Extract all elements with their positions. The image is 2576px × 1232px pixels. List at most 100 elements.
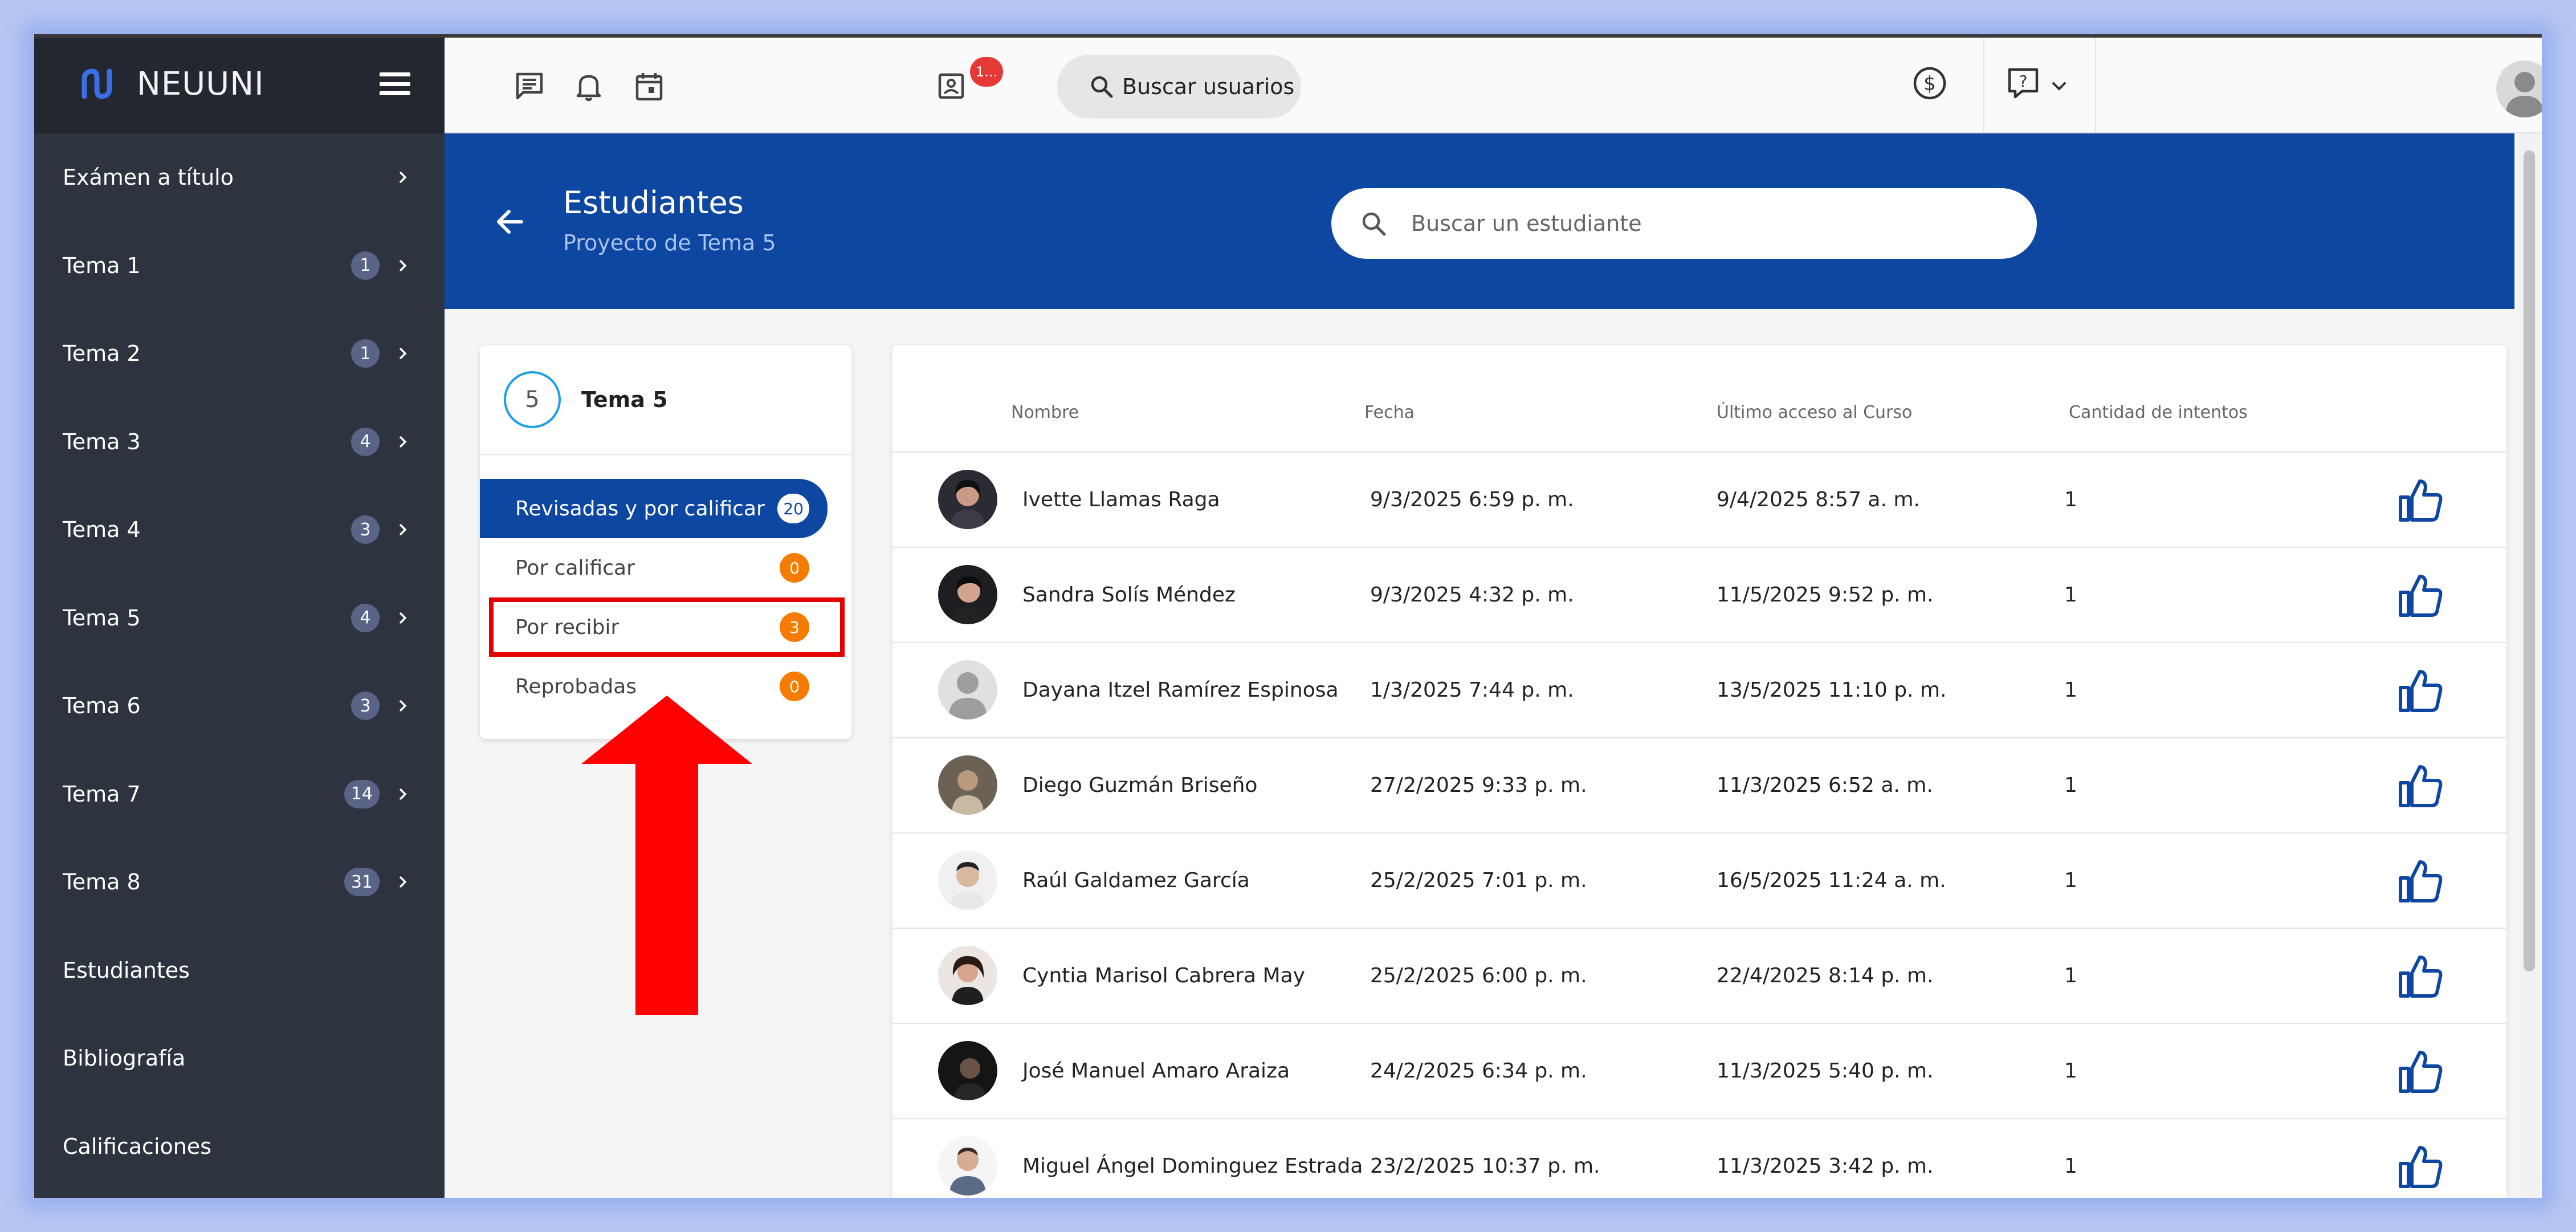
- chevron-right-icon: [399, 172, 407, 184]
- sidebar-item-estudiantes[interactable]: Estudiantes: [34, 926, 445, 1015]
- column-header-intentos[interactable]: Cantidad de intentos: [2069, 402, 2248, 422]
- sidebar-item-calificaciones[interactable]: Calificaciones: [34, 1103, 445, 1191]
- sidebar-item-tema-5[interactable]: Tema 5 4: [34, 574, 445, 662]
- student-avatar: [938, 1136, 997, 1196]
- student-last-access: 22/4/2025 8:14 p. m.: [1717, 964, 1934, 987]
- filter-por-recibir[interactable]: Por recibir 3: [480, 597, 851, 657]
- brand-bar: NEUUNI: [34, 34, 445, 133]
- table-row[interactable]: Sandra Solís Méndez 9/3/2025 4:32 p. m. …: [892, 548, 2506, 643]
- search-users-label: Buscar usuarios: [1122, 74, 1295, 99]
- page-title: Estudiantes: [563, 185, 744, 221]
- table-row[interactable]: Miguel Ángel Dominguez Estrada 23/2/2025…: [892, 1119, 2506, 1198]
- filter-por-calificar[interactable]: Por calificar 0: [480, 538, 851, 597]
- sidebar-item-examen[interactable]: Exámen a título: [34, 133, 445, 222]
- dollar-circle-icon[interactable]: $: [1911, 65, 1948, 101]
- thumbs-up-icon[interactable]: [2397, 1048, 2444, 1095]
- student-name: Raúl Galdamez García: [1022, 869, 1250, 892]
- calendar-icon[interactable]: [633, 70, 666, 103]
- thumbs-up-icon[interactable]: [2397, 667, 2444, 714]
- thumbs-up-icon[interactable]: [2397, 477, 2444, 523]
- thumbs-up-icon[interactable]: [2397, 1143, 2444, 1190]
- search-icon: [1362, 212, 1386, 236]
- annotation-arrow-icon: [581, 696, 752, 1015]
- divider: [2095, 34, 2096, 132]
- table-row[interactable]: Dayana Itzel Ramírez Espinosa 1/3/2025 7…: [892, 643, 2506, 738]
- chevron-right-icon: [399, 876, 407, 888]
- student-search-input[interactable]: [1410, 210, 1925, 237]
- sidebar-item-tema-1[interactable]: Tema 1 1: [34, 222, 445, 310]
- sidebar-item-tema-4[interactable]: Tema 4 3: [34, 486, 445, 574]
- student-name: Ivette Llamas Raga: [1022, 488, 1220, 511]
- chevron-right-icon: [399, 259, 407, 271]
- student-search-box: [1331, 188, 2037, 259]
- student-attempts: 1: [2064, 583, 2077, 607]
- sidebar-item-tema-3[interactable]: Tema 3 4: [34, 398, 445, 486]
- thumbs-up-icon[interactable]: [2397, 953, 2444, 999]
- student-date: 25/2/2025 7:01 p. m.: [1370, 869, 1587, 892]
- count-badge: 1: [351, 251, 380, 280]
- sidebar-item-label: Bibliografía: [63, 1046, 186, 1071]
- count-badge: 3: [351, 692, 380, 721]
- menu-toggle-icon[interactable]: [380, 72, 410, 95]
- student-avatar: [938, 946, 997, 1005]
- student-attempts: 1: [2064, 1059, 2077, 1083]
- sidebar-item-label: Tema 2: [63, 341, 141, 367]
- sidebar-menu: Exámen a título Tema 1 1 Tema 2 1 Tema 3…: [34, 133, 445, 1190]
- vertical-scrollbar[interactable]: [2519, 133, 2540, 1198]
- student-date: 9/3/2025 4:32 p. m.: [1370, 583, 1574, 607]
- column-header-nombre[interactable]: Nombre: [1011, 402, 1079, 422]
- table-row[interactable]: Cyntia Marisol Cabrera May 25/2/2025 6:0…: [892, 929, 2506, 1024]
- sidebar-item-label: Calificaciones: [63, 1133, 212, 1159]
- sidebar-item-tema-7[interactable]: Tema 7 14: [34, 750, 445, 839]
- student-date: 24/2/2025 6:34 p. m.: [1370, 1059, 1587, 1083]
- help-icon[interactable]: ?: [2005, 65, 2041, 101]
- messages-icon[interactable]: [513, 70, 546, 103]
- filter-label: Por calificar: [515, 556, 635, 580]
- student-attempts: 1: [2064, 964, 2077, 987]
- sidebar-item-label: Tema 1: [63, 253, 141, 278]
- sidebar-item-tema-6[interactable]: Tema 6 3: [34, 662, 445, 750]
- filter-count-badge: 20: [777, 494, 809, 523]
- filter-label: Reprobadas: [515, 674, 637, 698]
- tema-title: Tema 5: [581, 387, 668, 412]
- contact-card-icon[interactable]: [935, 70, 968, 103]
- student-last-access: 9/4/2025 8:57 a. m.: [1717, 488, 1920, 511]
- chevron-down-icon[interactable]: [2049, 76, 2069, 96]
- table-row[interactable]: Diego Guzmán Briseño 27/2/2025 9:33 p. m…: [892, 738, 2506, 833]
- bell-icon[interactable]: [572, 70, 605, 103]
- student-attempts: 1: [2064, 869, 2077, 892]
- back-arrow-icon[interactable]: [493, 205, 527, 239]
- sidebar-item-label: Tema 5: [63, 605, 141, 631]
- table-row[interactable]: Ivette Llamas Raga 9/3/2025 6:59 p. m. 9…: [892, 453, 2506, 548]
- user-avatar[interactable]: [2496, 60, 2542, 117]
- sidebar-item-tema-8[interactable]: Tema 8 31: [34, 838, 445, 926]
- table-row[interactable]: José Manuel Amaro Araiza 24/2/2025 6:34 …: [892, 1024, 2506, 1119]
- sidebar-item-tema-2[interactable]: Tema 2 1: [34, 310, 445, 398]
- scrollbar-thumb[interactable]: [2524, 151, 2535, 971]
- chevron-right-icon: [399, 788, 407, 800]
- student-name: Dayana Itzel Ramírez Espinosa: [1022, 678, 1339, 702]
- thumbs-up-icon[interactable]: [2397, 762, 2444, 809]
- sidebar-item-bibliografia[interactable]: Bibliografía: [34, 1014, 445, 1103]
- column-header-fecha[interactable]: Fecha: [1364, 402, 1415, 422]
- column-header-ultimo-acceso[interactable]: Último acceso al Curso: [1717, 402, 1912, 422]
- count-badge: 3: [351, 515, 380, 544]
- filter-count-badge: 3: [780, 612, 809, 642]
- filter-count-badge: 0: [780, 553, 809, 583]
- thumbs-up-icon[interactable]: [2397, 857, 2444, 904]
- thumbs-up-icon[interactable]: [2397, 572, 2444, 619]
- count-badge: 1: [351, 339, 380, 368]
- table-row[interactable]: Raúl Galdamez García 25/2/2025 7:01 p. m…: [892, 833, 2506, 929]
- filter-list: Revisadas y por calificar 20 Por calific…: [480, 455, 851, 716]
- student-avatar: [938, 470, 997, 529]
- filter-revisadas[interactable]: Revisadas y por calificar 20: [480, 479, 828, 538]
- student-date: 25/2/2025 6:00 p. m.: [1370, 964, 1587, 987]
- sidebar-item-label: Exámen a título: [63, 165, 234, 190]
- search-users-button[interactable]: Buscar usuarios: [1057, 55, 1301, 119]
- page-subtitle: Proyecto de Tema 5: [563, 230, 776, 255]
- filter-count-badge: 0: [780, 672, 809, 701]
- sidebar-item-label: Tema 8: [63, 869, 141, 895]
- count-badge: 4: [351, 427, 380, 456]
- student-date: 23/2/2025 10:37 p. m.: [1370, 1154, 1600, 1178]
- window-top-border: [34, 34, 2542, 38]
